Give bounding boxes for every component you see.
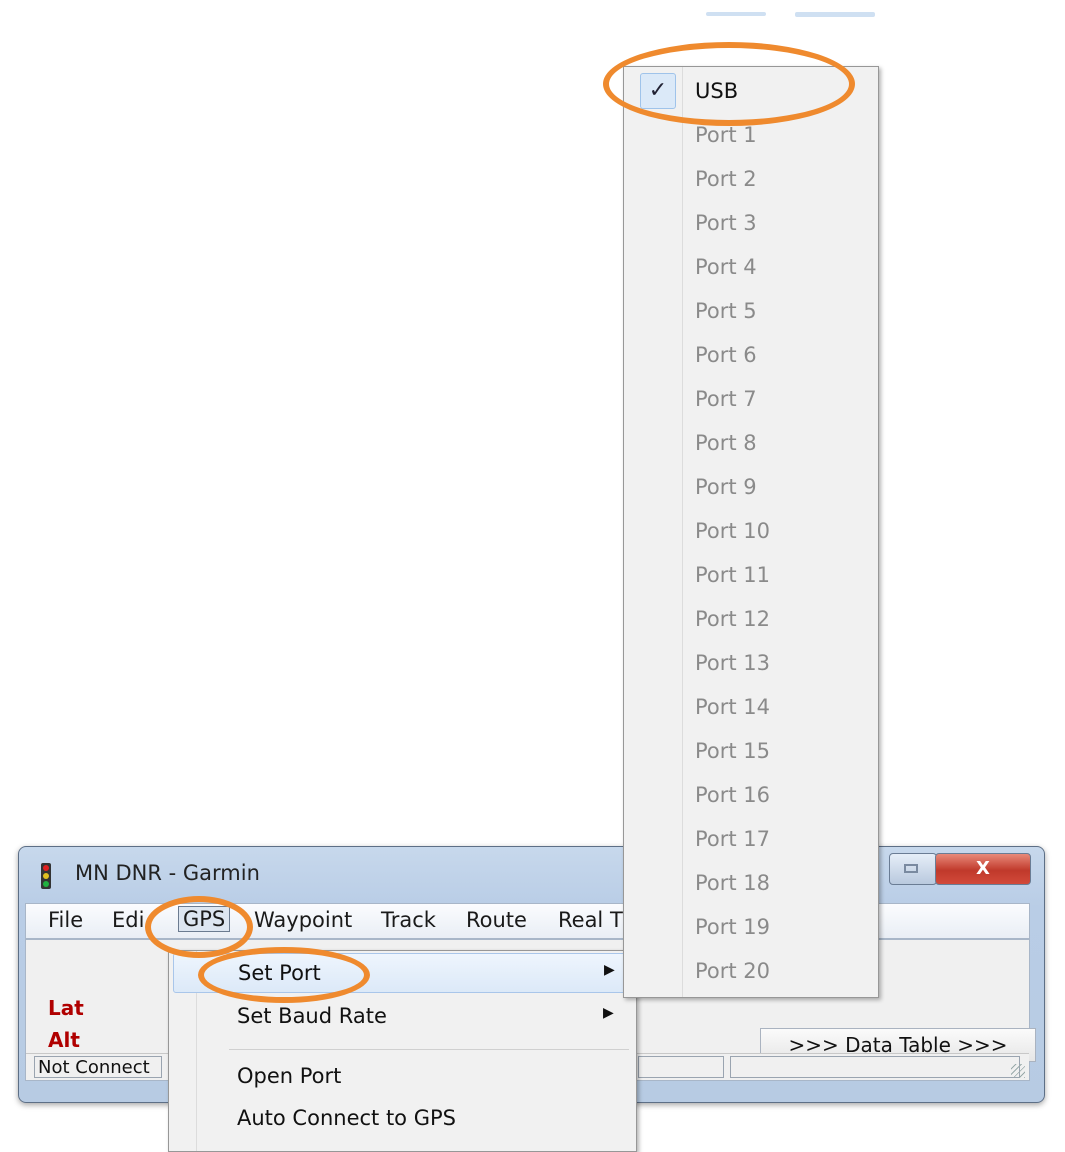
- port-item[interactable]: Port 16: [626, 773, 874, 817]
- port-item-label: Port 7: [695, 387, 757, 411]
- port-item[interactable]: Port 19: [626, 905, 874, 949]
- port-item-label: Port 9: [695, 475, 757, 499]
- port-item-label: Port 5: [695, 299, 757, 323]
- port-item[interactable]: Port 15: [626, 729, 874, 773]
- port-item-label: Port 15: [695, 739, 771, 763]
- menu-waypoint[interactable]: Waypoint: [254, 908, 352, 932]
- port-item[interactable]: Port 13: [626, 641, 874, 685]
- traffic-light-icon: [41, 863, 51, 889]
- port-item[interactable]: Port 11: [626, 553, 874, 597]
- window-title: MN DNR - Garmin: [75, 861, 260, 885]
- menu-track[interactable]: Track: [381, 908, 436, 932]
- port-item-label: Port 6: [695, 343, 757, 367]
- port-item-label: Port 13: [695, 651, 771, 675]
- port-item-label: Port 16: [695, 783, 771, 807]
- port-item-label: Port 2: [695, 167, 757, 191]
- connection-status: Not Connect: [34, 1056, 162, 1078]
- menu-item-auto-connect[interactable]: Auto Connect to GPS: [173, 1099, 630, 1139]
- menu-item-label: Open Port: [237, 1064, 342, 1088]
- background-artifact: [706, 12, 766, 16]
- menu-item-open-port[interactable]: Open Port: [173, 1057, 630, 1097]
- status-cell-empty: [638, 1056, 724, 1078]
- port-item-label: Port 19: [695, 915, 771, 939]
- port-item-label: Port 12: [695, 607, 771, 631]
- port-item-label: Port 14: [695, 695, 771, 719]
- port-item[interactable]: Port 7: [626, 377, 874, 421]
- menu-edit[interactable]: Edi: [112, 908, 144, 932]
- port-item[interactable]: Port 20: [626, 949, 874, 993]
- port-item-label: Port 10: [695, 519, 771, 543]
- background-artifact: [795, 12, 875, 17]
- port-item[interactable]: Port 12: [626, 597, 874, 641]
- annotation-ring-usb: [603, 42, 855, 126]
- submenu-arrow-icon: ▶: [604, 962, 615, 978]
- submenu-arrow-icon: ▶: [603, 1005, 614, 1021]
- port-item-label: Port 17: [695, 827, 771, 851]
- menu-item-label: Auto Connect to GPS: [237, 1106, 456, 1130]
- alt-label: Alt: [48, 1028, 80, 1052]
- menu-file[interactable]: File: [48, 908, 83, 932]
- lat-label: Lat: [48, 996, 84, 1020]
- annotation-ring-gps: [145, 896, 253, 958]
- port-item-label: Port 20: [695, 959, 771, 983]
- port-item[interactable]: Port 14: [626, 685, 874, 729]
- port-item[interactable]: Port 8: [626, 421, 874, 465]
- port-item-label: Port 11: [695, 563, 771, 587]
- resize-grip[interactable]: [1011, 1064, 1025, 1078]
- maximize-button[interactable]: [889, 853, 937, 885]
- port-item-label: Port 18: [695, 871, 771, 895]
- port-item-label: Port 8: [695, 431, 757, 455]
- status-cell-empty: [730, 1056, 1020, 1078]
- port-item[interactable]: Port 2: [626, 157, 874, 201]
- port-item[interactable]: Port 18: [626, 861, 874, 905]
- maximize-icon: [904, 864, 918, 873]
- menu-separator: [229, 1049, 629, 1050]
- menu-real-time[interactable]: Real Ti: [558, 908, 628, 932]
- port-item[interactable]: Port 17: [626, 817, 874, 861]
- port-submenu: ✓ USB Port 1 Port 2 Port 3 Port 4 Port 5…: [623, 66, 879, 998]
- port-item[interactable]: Port 3: [626, 201, 874, 245]
- port-item[interactable]: Port 10: [626, 509, 874, 553]
- port-item-label: Port 4: [695, 255, 757, 279]
- menu-item-set-baud-rate[interactable]: Set Baud Rate ▶: [173, 997, 630, 1037]
- port-item[interactable]: Port 9: [626, 465, 874, 509]
- port-item-label: Port 1: [695, 123, 757, 147]
- close-button[interactable]: X: [935, 853, 1031, 885]
- port-item[interactable]: Port 5: [626, 289, 874, 333]
- annotation-ring-set-port: [198, 947, 370, 1003]
- port-item[interactable]: Port 6: [626, 333, 874, 377]
- menu-route[interactable]: Route: [466, 908, 527, 932]
- title-bar[interactable]: MN DNR - Garmin X: [19, 847, 1044, 903]
- port-item[interactable]: Port 4: [626, 245, 874, 289]
- menu-item-label: Set Baud Rate: [237, 1004, 387, 1028]
- port-item-label: Port 3: [695, 211, 757, 235]
